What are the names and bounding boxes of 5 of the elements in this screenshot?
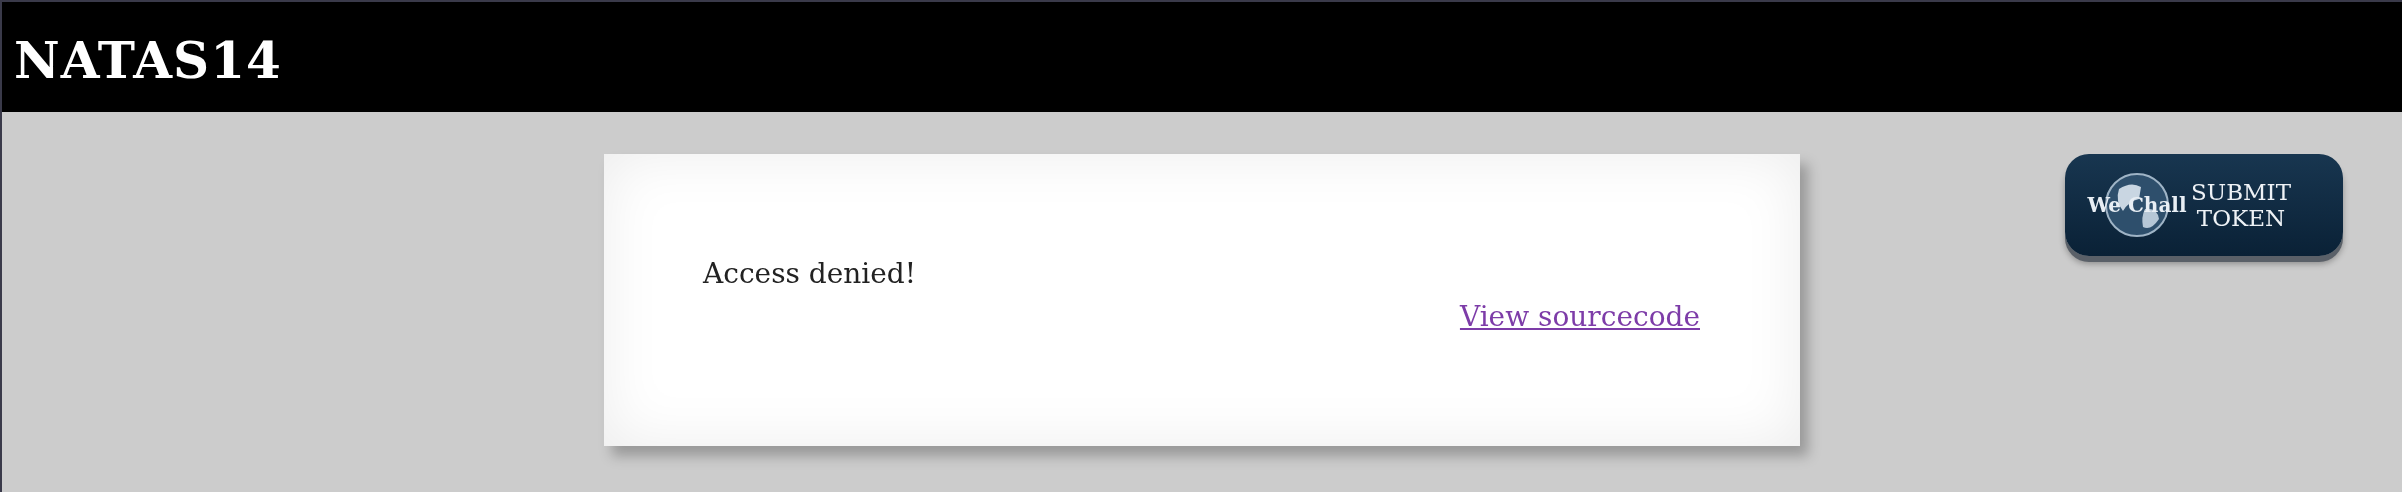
access-message: Access denied! (703, 257, 918, 290)
submit-label: SUBMIT (2191, 179, 2292, 205)
page-title: NATAS14 (14, 29, 282, 90)
view-sourcecode-link[interactable]: View sourcecode (1459, 300, 1700, 333)
token-label: TOKEN (2196, 205, 2286, 231)
